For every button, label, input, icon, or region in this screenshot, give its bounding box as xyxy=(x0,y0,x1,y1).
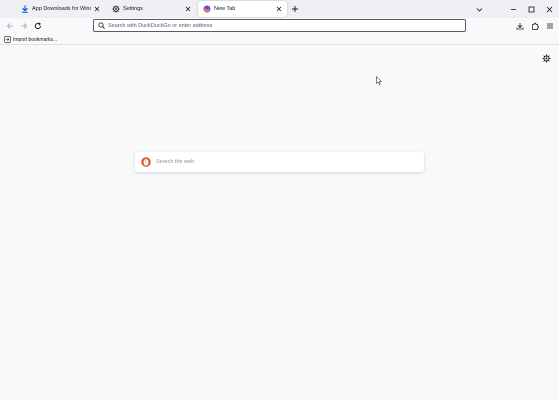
search-icon xyxy=(97,22,105,30)
close-icon[interactable] xyxy=(93,5,101,13)
back-button[interactable] xyxy=(4,20,16,32)
web-search-box[interactable] xyxy=(135,152,424,172)
minimize-button[interactable] xyxy=(506,2,520,16)
close-icon[interactable] xyxy=(184,5,192,13)
tab-title: New Tab xyxy=(214,6,236,12)
web-search-input[interactable] xyxy=(156,159,424,165)
maximize-button[interactable] xyxy=(524,2,538,16)
tab-title: App Downloads for Windows xyxy=(32,6,91,12)
chevron-down-icon xyxy=(476,7,482,12)
gear-icon xyxy=(111,5,120,14)
tab-settings[interactable]: Settings xyxy=(107,1,196,17)
navigation-toolbar xyxy=(0,18,559,34)
gear-icon xyxy=(541,53,551,63)
back-arrow-icon xyxy=(6,23,13,29)
tab-strip: App Downloads for Windows Settings New T… xyxy=(0,0,559,18)
url-bar[interactable] xyxy=(93,19,466,32)
maximize-icon xyxy=(528,6,534,12)
reload-icon xyxy=(34,22,41,30)
tab-title: Settings xyxy=(123,6,143,12)
close-icon xyxy=(546,6,552,12)
close-window-button[interactable] xyxy=(542,2,556,16)
import-icon xyxy=(4,36,11,43)
extensions-button[interactable] xyxy=(529,20,541,32)
hamburger-menu-icon xyxy=(547,23,553,29)
reload-button[interactable] xyxy=(32,20,44,32)
download-icon xyxy=(516,23,524,30)
forward-arrow-icon xyxy=(21,23,28,29)
bookmarks-toolbar: Import bookmarks... xyxy=(0,34,559,45)
duckduckgo-logo-icon xyxy=(141,157,151,167)
downloads-button[interactable] xyxy=(514,20,526,32)
puzzle-icon xyxy=(532,22,539,30)
list-all-tabs-button[interactable] xyxy=(473,3,485,15)
address-input[interactable] xyxy=(108,20,465,31)
minimize-icon xyxy=(510,8,516,10)
firefox-icon xyxy=(202,5,211,14)
app-menu-button[interactable] xyxy=(544,20,556,32)
new-tab-page xyxy=(0,45,559,400)
close-icon[interactable] xyxy=(275,5,283,13)
import-bookmarks-button[interactable]: Import bookmarks... xyxy=(4,35,57,44)
customize-button[interactable] xyxy=(541,53,551,63)
plus-icon xyxy=(292,6,298,12)
import-bookmarks-label: Import bookmarks... xyxy=(13,36,58,43)
tab-new-tab[interactable]: New Tab xyxy=(198,1,287,17)
new-tab-button[interactable] xyxy=(289,3,301,15)
forward-button[interactable] xyxy=(18,20,30,32)
download-arrow-icon xyxy=(20,5,29,14)
tab-app-downloads[interactable]: App Downloads for Windows xyxy=(16,1,105,17)
mouse-cursor-icon xyxy=(376,76,382,85)
